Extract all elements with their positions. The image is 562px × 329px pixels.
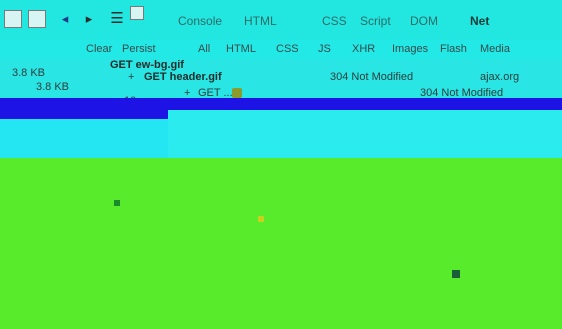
selected-row-highlight[interactable] — [0, 98, 562, 110]
filter-js[interactable]: JS — [318, 43, 331, 55]
tab-script[interactable]: Script — [360, 14, 391, 28]
panel-icon[interactable] — [28, 10, 46, 28]
filter-media[interactable]: Media — [480, 43, 510, 55]
net-filter-bar: Clear Persist All HTML CSS JS XHR Images… — [0, 40, 562, 59]
main-toolbar: ◂ ▸ ☰ Console HTML CSS Script DOM Net — [0, 0, 562, 40]
filter-xhr[interactable]: XHR — [352, 43, 375, 55]
tab-html[interactable]: HTML — [244, 14, 277, 28]
persist-button[interactable]: Persist — [122, 43, 156, 55]
close-icon[interactable] — [130, 6, 144, 20]
artifact-mark — [114, 200, 120, 206]
artifact-mark — [258, 216, 264, 222]
filter-images[interactable]: Images — [392, 43, 428, 55]
expand-icon[interactable]: + — [128, 71, 134, 83]
tab-dom[interactable]: DOM — [410, 14, 438, 28]
tab-css[interactable]: CSS — [322, 14, 347, 28]
clear-button[interactable]: Clear — [86, 43, 112, 55]
menu-icon[interactable]: ☰ — [108, 10, 126, 28]
request-domain: ajax.org — [480, 71, 520, 83]
image-icon — [232, 88, 242, 98]
table-row[interactable]: + GET header.gif 304 Not Modified ajax.o… — [0, 71, 562, 84]
inspect-icon[interactable] — [4, 10, 22, 28]
filter-html[interactable]: HTML — [226, 43, 256, 55]
filter-flash[interactable]: Flash — [440, 43, 467, 55]
filter-all[interactable]: All — [198, 43, 210, 55]
filter-css[interactable]: CSS — [276, 43, 299, 55]
detail-panel-right — [168, 110, 562, 158]
tab-console[interactable]: Console — [178, 14, 222, 28]
request-status: 304 Not Modified — [330, 71, 414, 83]
forward-icon[interactable]: ▸ — [80, 10, 98, 28]
empty-area — [0, 158, 562, 329]
tab-net[interactable]: Net — [470, 14, 489, 28]
request-url[interactable]: GET ew-bg.gif — [110, 59, 184, 71]
request-url[interactable]: GET header.gif — [144, 71, 222, 83]
size-label: 3.8 KB — [12, 67, 46, 79]
firebug-net-panel: ◂ ▸ ☰ Console HTML CSS Script DOM Net Cl… — [0, 0, 562, 329]
selected-row-highlight-left[interactable] — [0, 110, 168, 119]
artifact-mark — [452, 270, 460, 278]
back-icon[interactable]: ◂ — [56, 10, 74, 28]
